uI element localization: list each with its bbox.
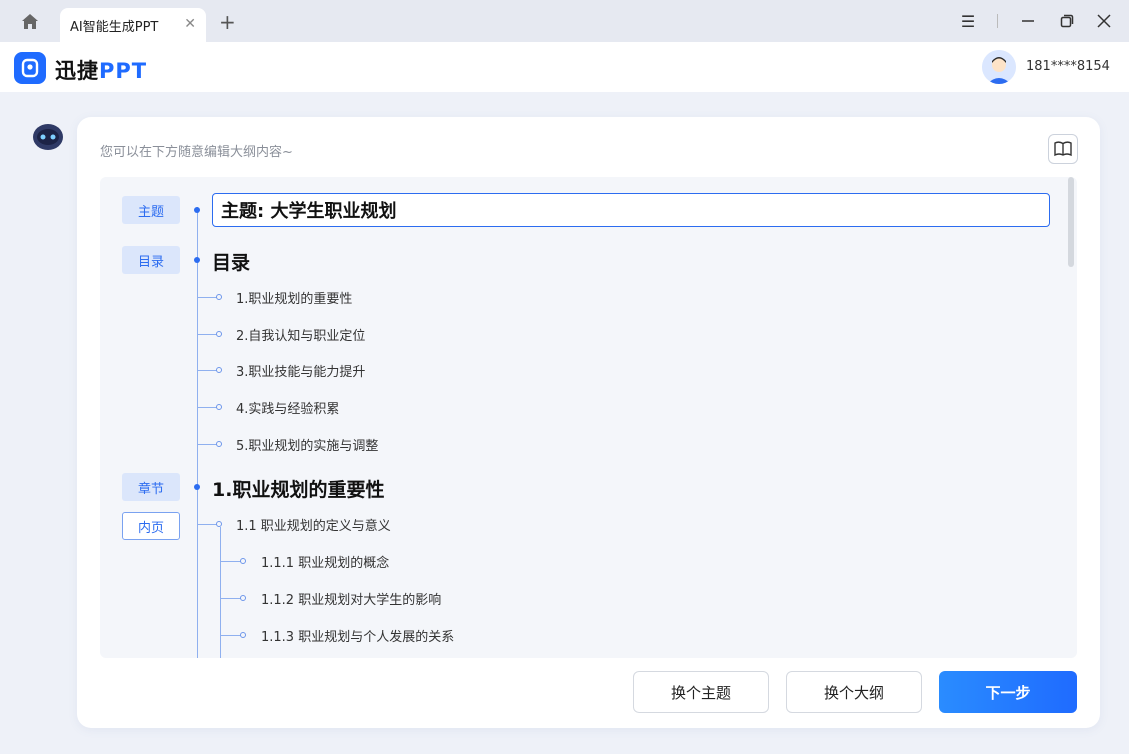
tab-title: AI智能生成PPT	[70, 19, 159, 35]
toc-item[interactable]: 3.职业技能与能力提升	[236, 361, 365, 380]
change-theme-button[interactable]: 换个主题	[633, 671, 769, 713]
tag-inner-page: 内页	[122, 512, 180, 540]
node-ring	[216, 367, 222, 373]
node-ring	[240, 595, 246, 601]
restore-icon[interactable]	[1055, 10, 1079, 32]
toc-item[interactable]: 1.职业规划的重要性	[236, 288, 352, 307]
toc-item[interactable]: 4.实践与经验积累	[236, 398, 339, 417]
branch-line	[220, 635, 241, 636]
branch-line	[197, 370, 217, 371]
node-ring	[216, 294, 222, 300]
close-window-icon[interactable]	[1092, 10, 1116, 32]
app-header: 迅捷PPT 181****8154	[0, 42, 1129, 92]
assistant-bot-icon	[31, 122, 65, 152]
brand-en: PPT	[99, 59, 148, 83]
subsection-item[interactable]: 1.1.3 职业规划与个人发展的关系	[261, 626, 454, 645]
node-dot	[194, 257, 200, 263]
branch-line	[197, 407, 217, 408]
theme-title-input[interactable]: 主题: 大学生职业规划	[212, 193, 1050, 227]
branch-line	[220, 561, 241, 562]
branch-line	[197, 444, 217, 445]
node-ring	[216, 521, 222, 527]
tab-close-icon[interactable]: ✕	[184, 16, 196, 32]
edit-hint: 您可以在下方随意编辑大纲内容~	[100, 145, 293, 160]
node-ring	[216, 404, 222, 410]
app-logo-icon	[14, 52, 46, 84]
titlebar-divider	[997, 14, 998, 28]
change-outline-button[interactable]: 换个大纲	[786, 671, 922, 713]
subsection-item[interactable]: 1.1.2 职业规划对大学生的影响	[261, 589, 441, 608]
branch-line	[197, 297, 217, 298]
window-titlebar: AI智能生成PPT ✕ + ☰	[0, 0, 1129, 42]
tag-toc: 目录	[122, 246, 180, 274]
branch-line	[197, 334, 217, 335]
brand-name: 迅捷PPT	[55, 55, 147, 85]
node-ring	[240, 632, 246, 638]
chapter-heading[interactable]: 1.职业规划的重要性	[212, 475, 384, 502]
minimize-icon[interactable]	[1016, 10, 1040, 32]
book-icon[interactable]	[1048, 134, 1078, 164]
menu-icon[interactable]: ☰	[956, 10, 980, 32]
outline-scrollbar[interactable]	[1068, 177, 1074, 267]
outline-card: 您可以在下方随意编辑大纲内容~ 主题 目录 章节 内页 主题: 大学生职业规划 …	[77, 117, 1100, 728]
brand-cn: 迅捷	[55, 59, 99, 83]
section-item[interactable]: 1.1 职业规划的定义与意义	[236, 515, 391, 534]
node-ring	[216, 441, 222, 447]
next-step-button[interactable]: 下一步	[939, 671, 1077, 713]
outline-editor[interactable]: 主题 目录 章节 内页 主题: 大学生职业规划 目录 1.职业规划的重要性 2.…	[100, 177, 1077, 658]
node-ring	[240, 558, 246, 564]
toc-heading[interactable]: 目录	[212, 248, 250, 275]
username[interactable]: 181****8154	[1026, 59, 1110, 74]
branch-line	[220, 598, 241, 599]
tag-chapter: 章节	[122, 473, 180, 501]
node-dot	[194, 484, 200, 490]
user-avatar[interactable]	[982, 50, 1016, 84]
new-tab-icon[interactable]: +	[219, 12, 236, 32]
outline-trunk-line	[197, 207, 198, 658]
toc-item[interactable]: 2.自我认知与职业定位	[236, 325, 365, 344]
toc-item[interactable]: 5.职业规划的实施与调整	[236, 435, 378, 454]
node-ring	[216, 331, 222, 337]
section-trunk-line	[220, 527, 221, 658]
subsection-item[interactable]: 1.1.1 职业规划的概念	[261, 552, 389, 571]
tab-ai-ppt[interactable]: AI智能生成PPT ✕	[60, 8, 206, 42]
home-icon[interactable]	[18, 10, 42, 32]
node-dot	[194, 207, 200, 213]
tag-theme: 主题	[122, 196, 180, 224]
branch-line	[197, 524, 217, 525]
